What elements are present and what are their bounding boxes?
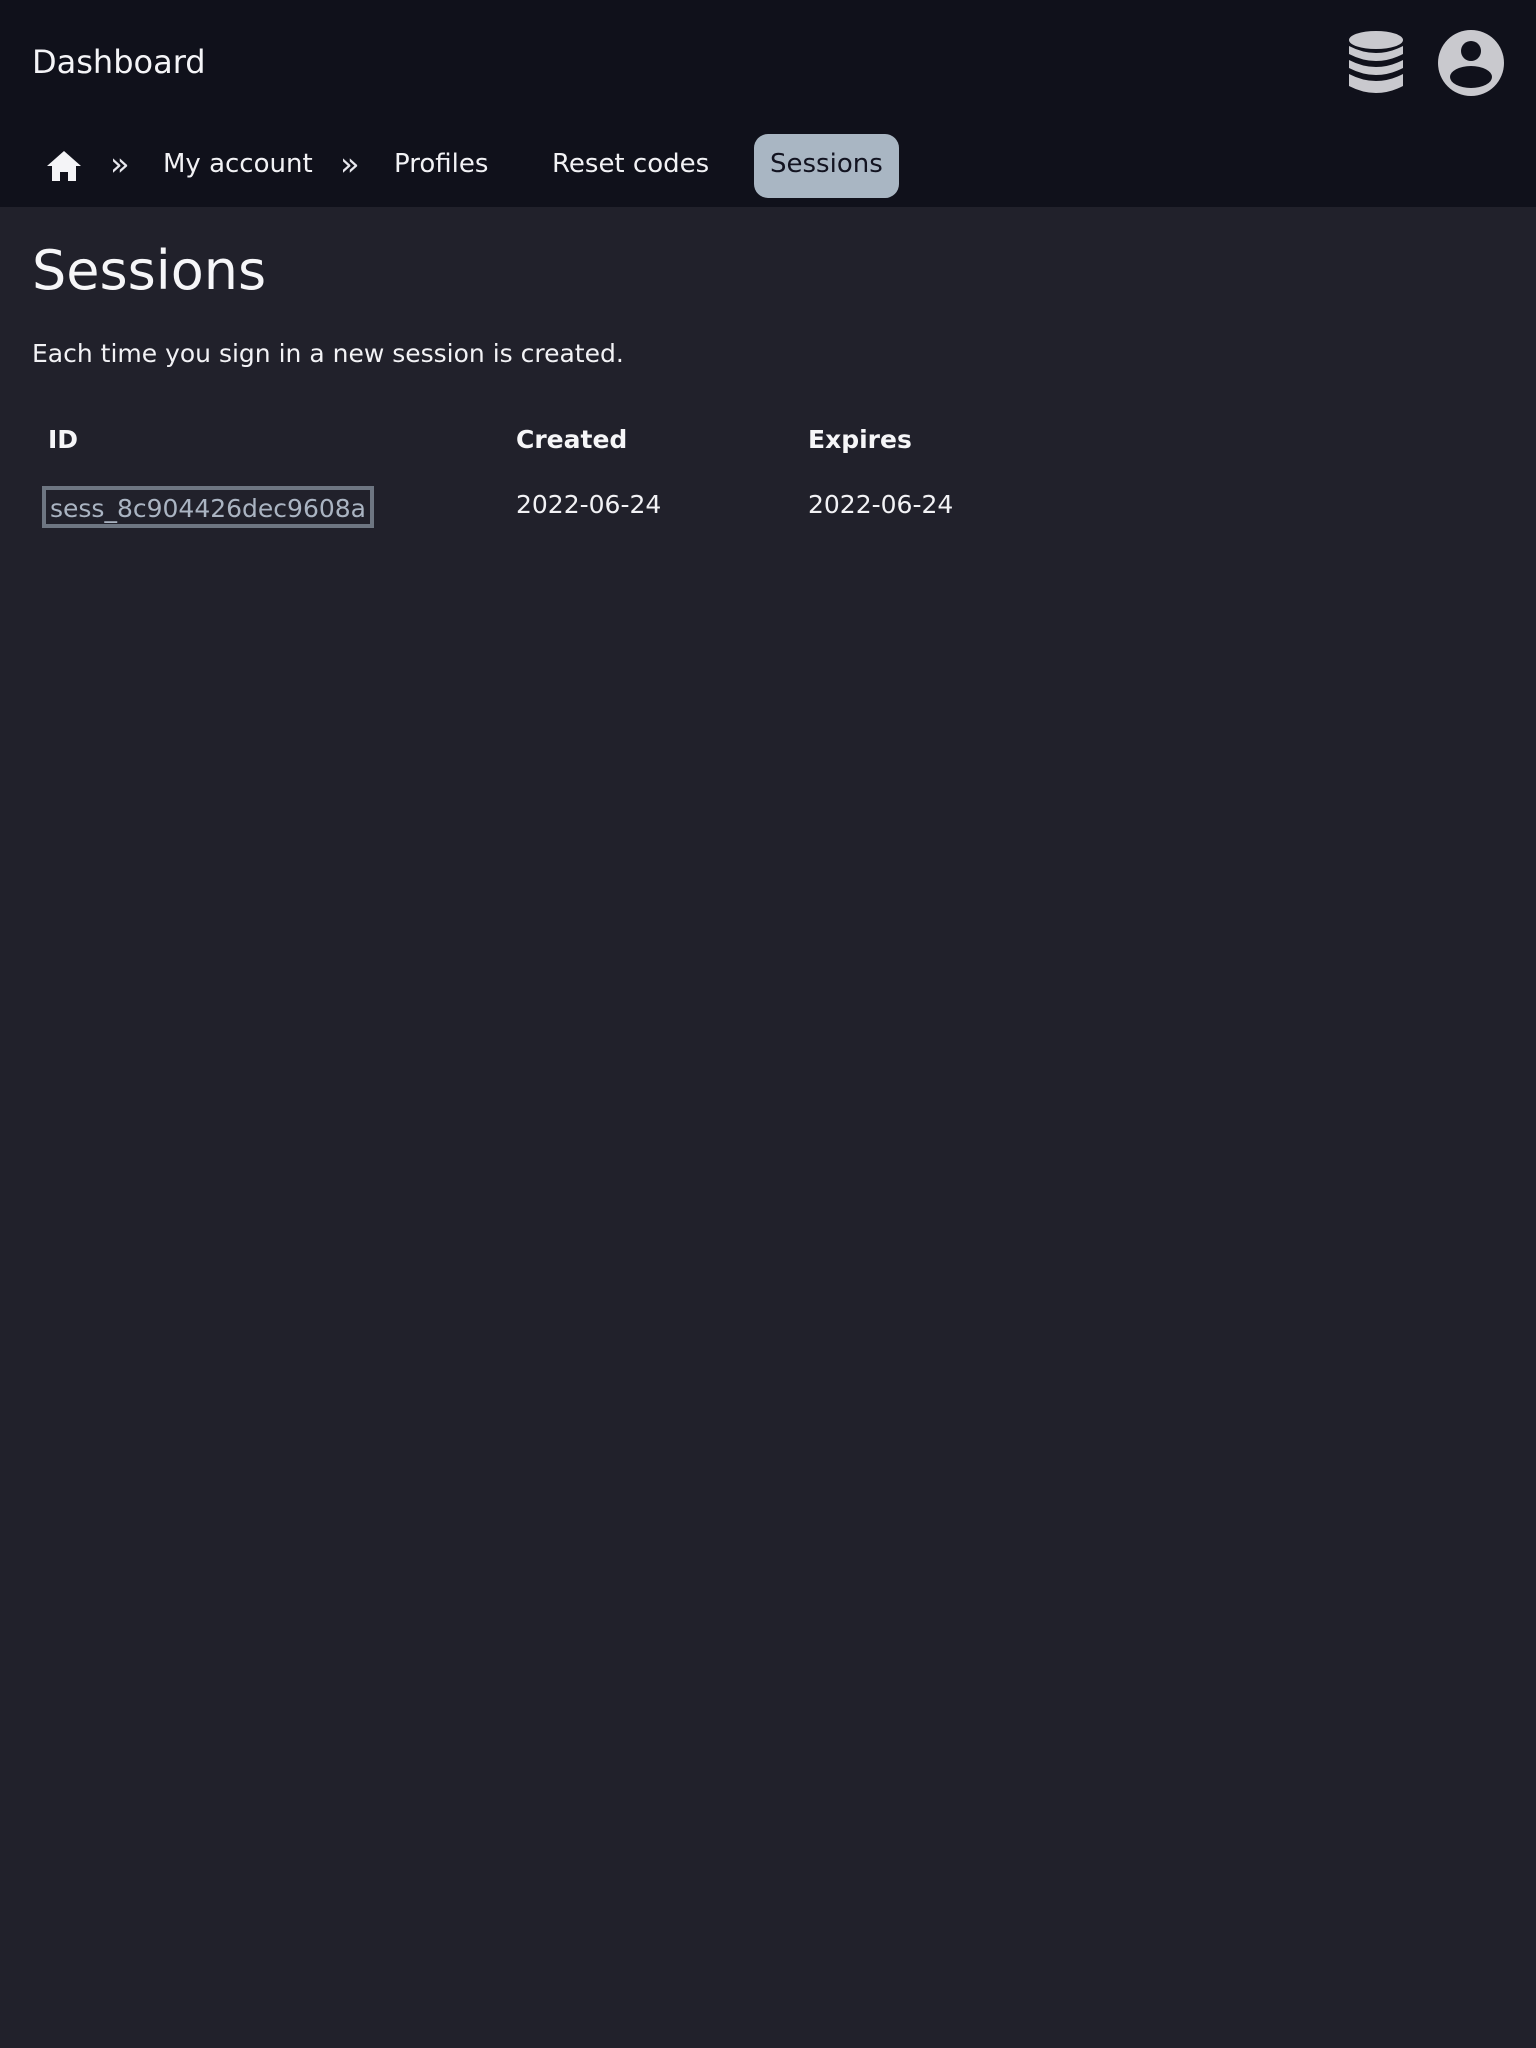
breadcrumb-separator: »	[110, 145, 130, 183]
tab-reset-codes[interactable]: Reset codes	[552, 144, 709, 184]
top-navigation: Dashboard » My account » Profiles Reset …	[0, 0, 1536, 207]
column-header-id: ID	[48, 425, 79, 454]
column-header-expires: Expires	[808, 425, 912, 454]
tab-sessions[interactable]: Sessions	[754, 134, 899, 198]
tab-profiles[interactable]: Profiles	[394, 144, 488, 184]
session-created-date: 2022-06-24	[516, 490, 662, 519]
breadcrumb-my-account[interactable]: My account	[163, 144, 313, 184]
page-title: Sessions	[32, 239, 267, 302]
breadcrumb-separator: »	[340, 145, 360, 183]
page-description: Each time you sign in a new session is c…	[32, 339, 624, 368]
column-header-created: Created	[516, 425, 628, 454]
app-title[interactable]: Dashboard	[32, 42, 206, 82]
home-icon[interactable]	[44, 148, 84, 184]
session-expires-date: 2022-06-24	[808, 490, 954, 519]
session-id-link[interactable]: sess_8c904426dec9608a	[42, 486, 374, 528]
user-circle-icon[interactable]	[1438, 30, 1504, 96]
database-icon[interactable]	[1346, 30, 1406, 98]
breadcrumb: » My account » Profiles Reset codes Sess…	[0, 130, 1536, 200]
